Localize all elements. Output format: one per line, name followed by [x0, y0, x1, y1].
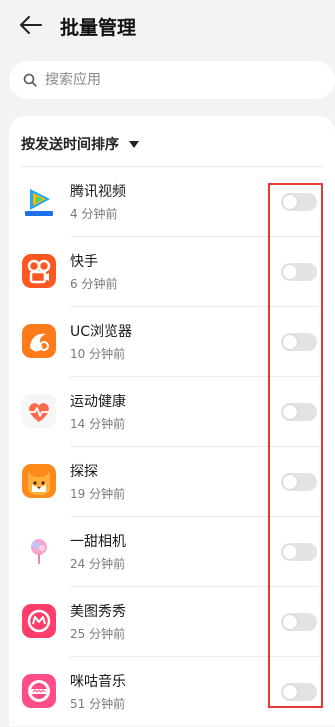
header: 批量管理 [0, 0, 335, 54]
app-name: 咪咕音乐 [70, 674, 126, 690]
list-item: 探探 19 分钟前 [9, 447, 335, 517]
page-title: 批量管理 [60, 17, 137, 39]
app-name: 运动健康 [70, 394, 126, 410]
list-item: 咪咕音乐 51 分钟前 [9, 657, 335, 727]
kuaishou-icon [22, 254, 56, 288]
app-name: 美图秀秀 [70, 604, 126, 620]
app-list-card: 按发送时间排序 腾讯视频 4 分钟前 快手 6 分钟前 UC浏览器 10 分钟前… [9, 116, 335, 726]
health-icon [22, 394, 56, 428]
list-item: 美图秀秀 25 分钟前 [9, 587, 335, 657]
toggle-knob [283, 195, 297, 209]
app-time: 4 分钟前 [70, 207, 118, 221]
migu-music-icon [22, 674, 56, 708]
back-button[interactable] [18, 12, 44, 38]
toggle-knob [283, 335, 297, 349]
app-time: 24 分钟前 [70, 557, 126, 571]
notification-toggle[interactable] [281, 613, 317, 631]
notification-toggle[interactable] [281, 263, 317, 281]
toggle-knob [283, 685, 297, 699]
arrow-left-icon [20, 16, 42, 34]
toggle-knob [283, 545, 297, 559]
app-name: UC浏览器 [70, 324, 133, 340]
search-icon [23, 73, 37, 87]
tantan-icon [22, 464, 56, 498]
app-name: 快手 [70, 254, 98, 270]
app-name: 探探 [70, 464, 98, 480]
caret-down-icon [129, 140, 139, 148]
sort-dropdown[interactable]: 按发送时间排序 [21, 134, 139, 154]
list-item: UC浏览器 10 分钟前 [9, 307, 335, 377]
notification-toggle[interactable] [281, 403, 317, 421]
app-time: 10 分钟前 [70, 347, 126, 361]
app-time: 14 分钟前 [70, 417, 126, 431]
toggle-knob [283, 615, 297, 629]
uc-browser-icon [22, 324, 56, 358]
app-time: 19 分钟前 [70, 487, 126, 501]
notification-toggle[interactable] [281, 193, 317, 211]
list-item: 腾讯视频 4 分钟前 [9, 167, 335, 237]
notification-toggle[interactable] [281, 543, 317, 561]
search-bar[interactable] [9, 61, 335, 99]
toggle-knob [283, 405, 297, 419]
app-time: 51 分钟前 [70, 697, 126, 711]
notification-toggle[interactable] [281, 683, 317, 701]
sort-label: 按发送时间排序 [21, 137, 119, 153]
yitian-camera-icon [22, 534, 56, 568]
app-name: 一甜相机 [70, 534, 126, 550]
list-item: 快手 6 分钟前 [9, 237, 335, 307]
app-time: 25 分钟前 [70, 627, 126, 641]
toggle-knob [283, 265, 297, 279]
notification-toggle[interactable] [281, 473, 317, 491]
search-input[interactable] [45, 72, 295, 88]
meitu-icon [22, 604, 56, 638]
list-item: 运动健康 14 分钟前 [9, 377, 335, 447]
notification-toggle[interactable] [281, 333, 317, 351]
list-item: 一甜相机 24 分钟前 [9, 517, 335, 587]
tencent-video-icon [22, 184, 56, 218]
app-time: 6 分钟前 [70, 277, 118, 291]
app-name: 腾讯视频 [70, 184, 126, 200]
toggle-knob [283, 475, 297, 489]
